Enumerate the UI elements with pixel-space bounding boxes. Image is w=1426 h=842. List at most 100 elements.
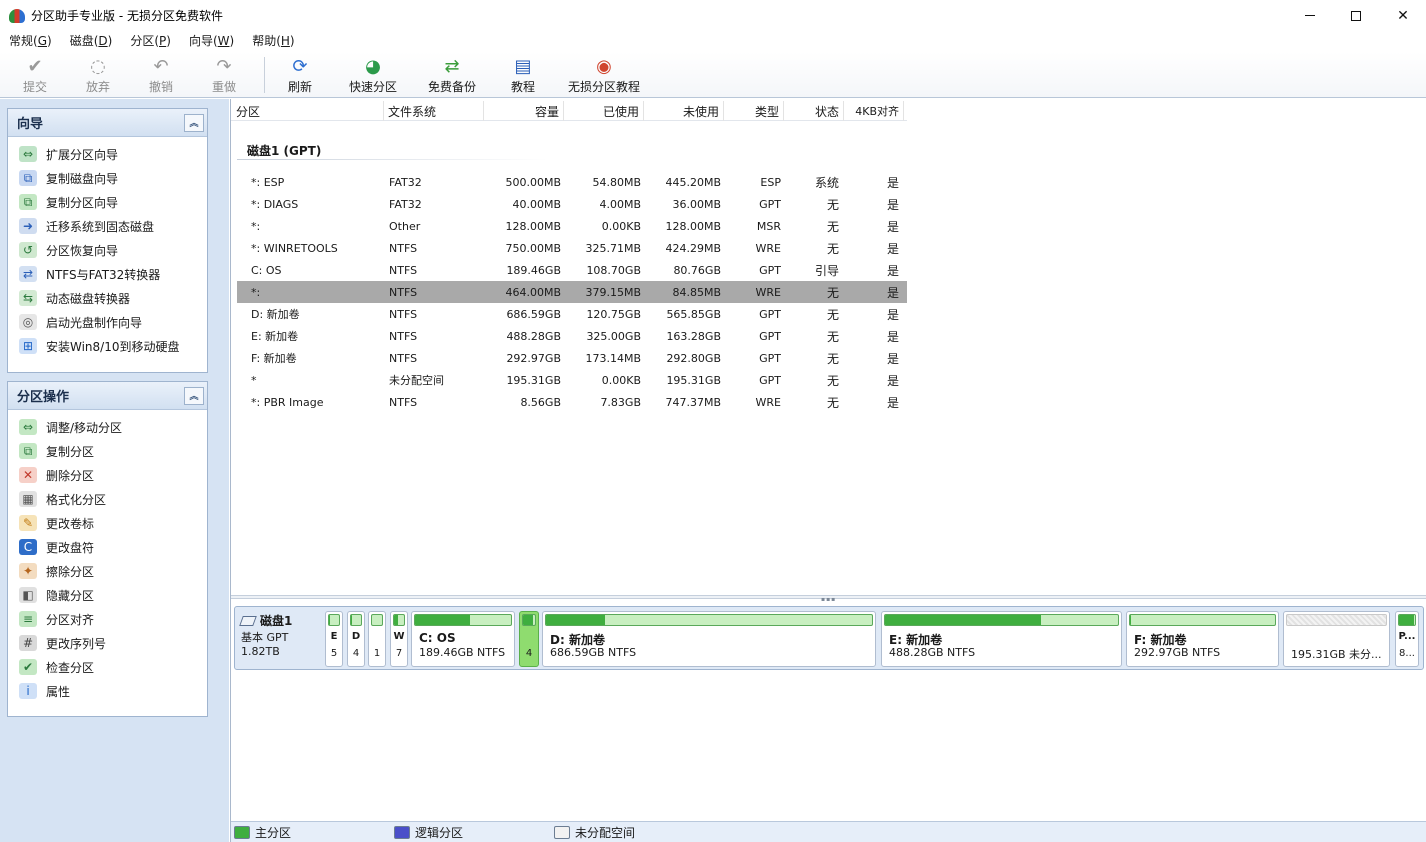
cell-free: 292.80GB — [666, 351, 721, 365]
menu-partition[interactable]: 分区(P) — [121, 31, 180, 52]
op-change-serial[interactable]: # 更改序列号 — [8, 631, 207, 655]
cell-type: ESP — [760, 175, 781, 189]
partition-map-size: 4 — [525, 648, 533, 659]
cell-cap: 40.00MB — [512, 197, 561, 211]
cell-used: 325.71MB — [585, 241, 641, 255]
col-partition[interactable]: 分区 — [231, 101, 384, 121]
op-check-partition[interactable]: ✔ 检查分区 — [8, 655, 207, 679]
menu-disk[interactable]: 磁盘(D) — [61, 31, 122, 52]
disk-info[interactable]: 磁盘1 基本 GPT 1.82TB — [239, 612, 321, 666]
wizard-ntfs-fat32[interactable]: ⇄ NTFS与FAT32转换器 — [8, 262, 207, 286]
cell-align: 是 — [886, 285, 899, 300]
usage-bar — [1286, 614, 1387, 626]
cell-align: 是 — [886, 219, 899, 234]
table-row[interactable]: *: WINRETOOLS NTFS 750.00MB 325.71MB 424.29M… — [237, 237, 907, 259]
partition-map-label: C: OS — [419, 631, 456, 645]
table-row[interactable]: *: DIAGS FAT32 40.00MB 4.00MB 36.00MB GPT 无 是 — [237, 193, 907, 215]
op-align-partition[interactable]: ≡ 分区对齐 — [8, 607, 207, 631]
refresh-button[interactable]: ⟳ 刷新 — [265, 52, 335, 98]
col-used[interactable]: 已使用 — [564, 101, 644, 121]
col-status[interactable]: 状态 — [784, 101, 844, 121]
table-row[interactable]: *: ESP FAT32 500.00MB 54.80MB 445.20MB ESP 系统 是 — [237, 171, 907, 193]
disk-map-partition[interactable]: C: OS 189.46GB NTFS — [411, 611, 515, 667]
disk-group-label[interactable]: 磁盘1 (GPT) — [247, 142, 321, 159]
lossless-tutorial-button[interactable]: ◉ 无损分区教程 — [553, 52, 655, 98]
pane-splitter[interactable]: ▪▪▪ — [231, 595, 1426, 603]
wizard-partition-recovery[interactable]: ↺ 分区恢复向导 — [8, 238, 207, 262]
wizard-migrate-os[interactable]: ➜ 迁移系统到固态磁盘 — [8, 214, 207, 238]
redo-button[interactable]: ↷ 重做 — [196, 52, 252, 98]
wizard-boot-media[interactable]: ◎ 启动光盘制作向导 — [8, 310, 207, 334]
usage-bar — [884, 614, 1119, 626]
disk-map-partition[interactable]: E: 新加卷 488.28GB NTFS — [881, 611, 1122, 667]
cell-cap: 750.00MB — [505, 241, 561, 255]
wizard-dynamic-disk[interactable]: ⇆ 动态磁盘转换器 — [8, 286, 207, 310]
table-row[interactable]: C: OS NTFS 189.46GB 108.70GB 80.76GB GPT 引导 是 — [237, 259, 907, 281]
disk-map-partition[interactable]: E5 — [325, 611, 343, 667]
op-resize-move[interactable]: ⇔ 调整/移动分区 — [8, 415, 207, 439]
op-format-partition[interactable]: ▦ 格式化分区 — [8, 487, 207, 511]
cell-cap: 195.31GB — [506, 373, 561, 387]
free-backup-button[interactable]: ⇄ 免费备份 — [411, 52, 493, 98]
op-copy-partition[interactable]: ⧉ 复制分区 — [8, 439, 207, 463]
cell-align: 是 — [886, 307, 899, 322]
disk-map-partition[interactable]: 195.31GB 未分... — [1283, 611, 1390, 667]
table-row[interactable]: *: PBR Image NTFS 8.56GB 7.83GB 747.37MB WRE 无… — [237, 391, 907, 413]
table-row[interactable]: E: 新加卷 NTFS 488.28GB 325.00GB 163.28GB GPT 无 是 — [237, 325, 907, 347]
operations-section: 分区操作 ︽ ⇔ 调整/移动分区 ⧉ 复制分区 ✕ 删除分区 ▦ 格式化分区 ✎ 更改卷标… — [7, 381, 208, 717]
col-capacity[interactable]: 容量 — [484, 101, 564, 121]
wizard-extend-partition[interactable]: ⇔ 扩展分区向导 — [8, 142, 207, 166]
window-title: 分区助手专业版 - 无损分区免费软件 — [31, 9, 223, 23]
col-filesystem[interactable]: 文件系统 — [384, 101, 484, 121]
table-row[interactable]: D: 新加卷 NTFS 686.59GB 120.75GB 565.85GB GPT 无 是 — [237, 303, 907, 325]
table-row[interactable]: F: 新加卷 NTFS 292.97GB 173.14MB 292.80GB GPT 无 是 — [237, 347, 907, 369]
wizard-copy-disk[interactable]: ⧉ 复制磁盘向导 — [8, 166, 207, 190]
commit-button[interactable]: ✔ 提交 — [0, 52, 70, 98]
disk-map-partition[interactable]: D: 新加卷 686.59GB NTFS — [542, 611, 876, 667]
cell-name: F: 新加卷 — [251, 352, 297, 365]
minimize-button[interactable] — [1287, 0, 1333, 31]
disk-map-partition[interactable]: D4 — [347, 611, 365, 667]
menu-help[interactable]: 帮助(H) — [243, 31, 303, 52]
cell-name: *: — [251, 219, 261, 233]
cell-align: 是 — [886, 241, 899, 256]
col-4k-align[interactable]: 4KB对齐 — [844, 101, 904, 121]
col-free[interactable]: 未使用 — [644, 101, 724, 121]
cell-name: *: PBR Image — [251, 395, 324, 409]
table-row[interactable]: * 未分配空间 195.31GB 0.00KB 195.31GB GPT 无 是 — [237, 369, 907, 391]
wizard-copy-partition[interactable]: ⧉ 复制分区向导 — [8, 190, 207, 214]
menu-general[interactable]: 常规(G) — [0, 31, 61, 52]
dynamic-disk-icon: ⇆ — [19, 290, 37, 306]
op-hide-partition[interactable]: ◧ 隐藏分区 — [8, 583, 207, 607]
discard-button[interactable]: ◌ 放弃 — [70, 52, 126, 98]
op-properties[interactable]: i 属性 — [8, 679, 207, 703]
convert-fs-icon: ⇄ — [19, 266, 37, 282]
op-wipe-partition[interactable]: ✦ 擦除分区 — [8, 559, 207, 583]
primary-swatch — [234, 825, 250, 839]
table-row[interactable]: *: NTFS 464.00MB 379.15MB 84.85MB WRE 无 是 — [237, 281, 907, 303]
wizard-win-to-go[interactable]: ⊞ 安装Win8/10到移动硬盘 — [8, 334, 207, 358]
windows-logo-icon: ⊞ — [19, 338, 37, 354]
op-change-label[interactable]: ✎ 更改卷标 — [8, 511, 207, 535]
collapse-operations-button[interactable]: ︽ — [184, 386, 204, 405]
op-delete-partition[interactable]: ✕ 删除分区 — [8, 463, 207, 487]
disk-map-partition[interactable]: P... 8... — [1395, 611, 1419, 667]
disk-map-partition[interactable]: F: 新加卷 292.97GB NTFS — [1126, 611, 1279, 667]
maximize-button[interactable] — [1333, 0, 1379, 31]
col-type[interactable]: 类型 — [724, 101, 784, 121]
cell-align: 是 — [886, 373, 899, 388]
cell-free: 163.28GB — [666, 329, 721, 343]
disk-map-partition[interactable]: 1 — [368, 611, 386, 667]
menu-wizard[interactable]: 向导(W) — [180, 31, 243, 52]
quick-partition-button[interactable]: ◕ 快速分区 — [335, 52, 411, 98]
close-button[interactable]: ✕ — [1380, 0, 1426, 31]
op-change-letter[interactable]: C 更改盘符 — [8, 535, 207, 559]
disk-map-partition[interactable]: W7 — [390, 611, 408, 667]
disk-kind: 基本 GPT — [241, 631, 289, 644]
tutorial-button[interactable]: ▤ 教程 — [493, 52, 553, 98]
collapse-wizards-button[interactable]: ︽ — [184, 113, 204, 132]
undo-icon: ↶ — [153, 56, 169, 77]
undo-button[interactable]: ↶ 撤销 — [126, 52, 196, 98]
table-row[interactable]: *: Other 128.00MB 0.00KB 128.00MB MSR 无 是 — [237, 215, 907, 237]
disk-map-partition[interactable]: 4 — [519, 611, 539, 667]
